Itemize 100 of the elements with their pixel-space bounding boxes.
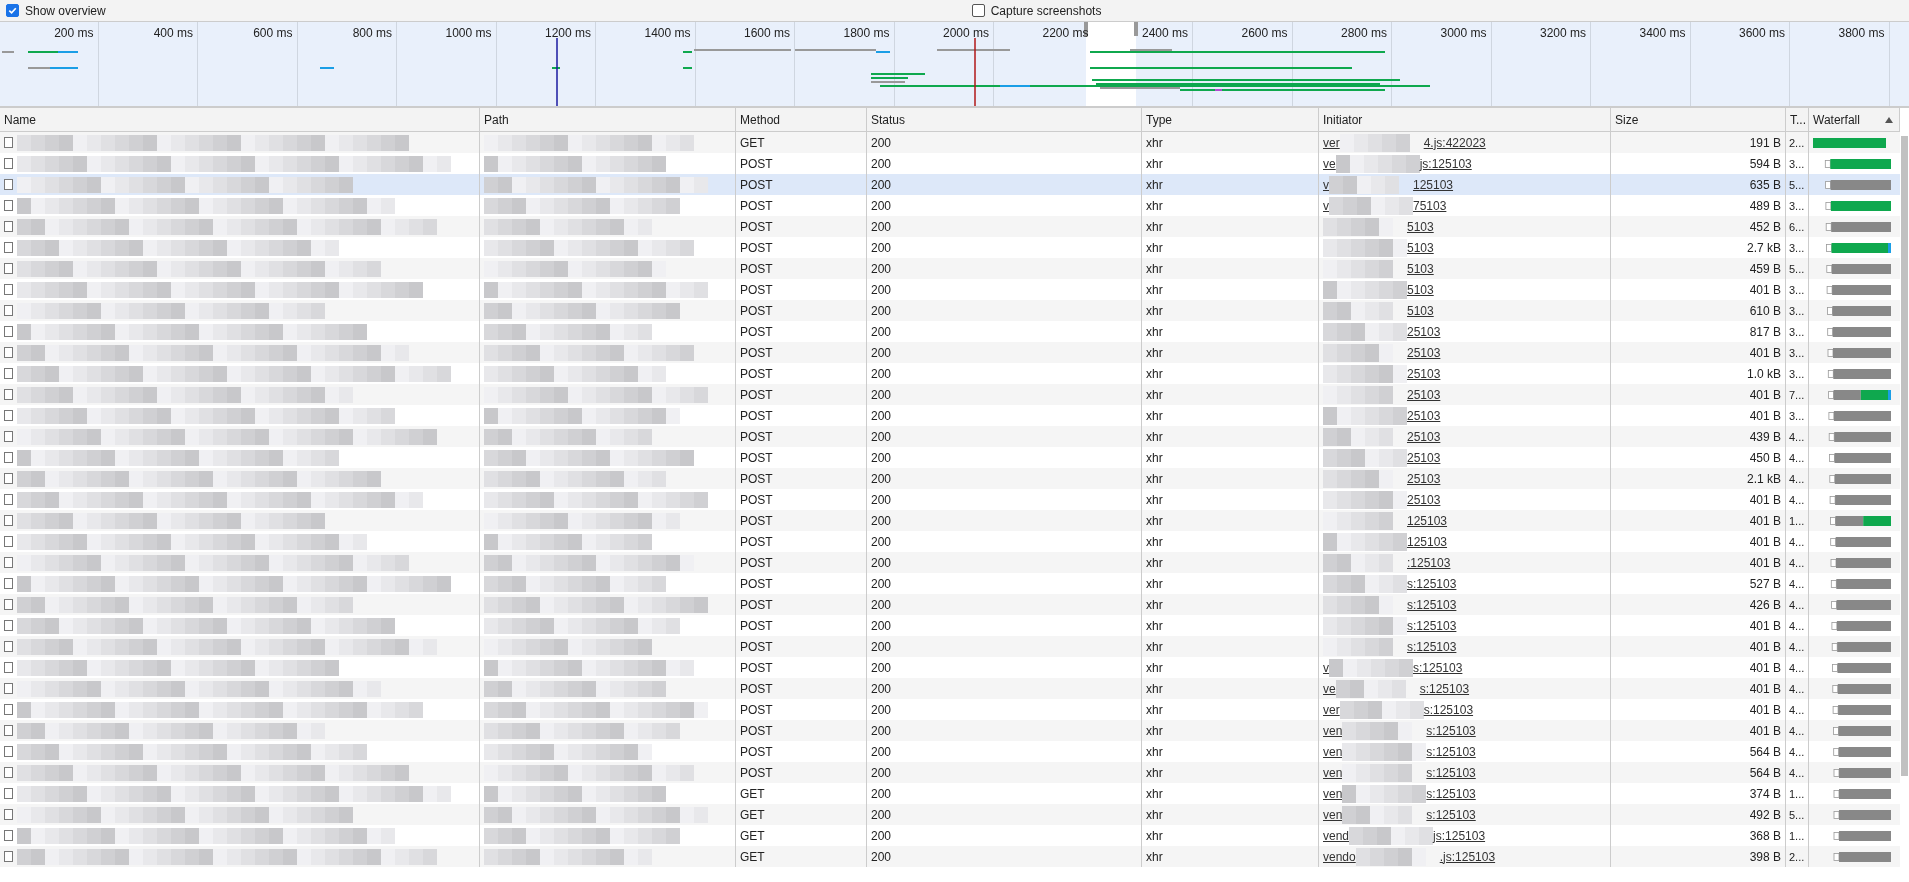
type-text: xhr (1146, 723, 1163, 738)
initiator-link[interactable]: s:125103 (1426, 807, 1476, 822)
column-header[interactable]: Name (0, 108, 480, 131)
size-text: 401 B (1749, 681, 1781, 696)
method-text: GET (740, 786, 765, 801)
initiator-link[interactable]: ve (1323, 156, 1336, 171)
initiator-link[interactable]: js:125103 (1419, 156, 1472, 171)
column-header[interactable]: Path (480, 108, 736, 131)
request-row[interactable]: POST 200 xhr v 125103 635 B 5... (0, 174, 1900, 195)
column-header[interactable]: Status (867, 108, 1142, 131)
file-icon (4, 452, 13, 463)
column-header[interactable]: Initiator (1319, 108, 1611, 131)
initiator-link[interactable]: 25103 (1407, 324, 1441, 339)
initiator-link[interactable]: 5103 (1407, 282, 1434, 297)
status-text: 200 (871, 597, 892, 612)
initiator-link[interactable]: 25103 (1407, 408, 1441, 423)
initiator-link[interactable]: :125103 (1407, 555, 1451, 570)
initiator-link[interactable]: v (1323, 198, 1329, 213)
time-text: 1... (1789, 514, 1805, 527)
initiator-link[interactable]: 75103 (1413, 198, 1447, 213)
request-row[interactable]: POST 200 xhr 25103 401 B 7... (0, 384, 1900, 405)
initiator-link[interactable]: s:125103 (1407, 639, 1457, 654)
initiator-link[interactable]: s:125103 (1419, 681, 1470, 696)
initiator-link[interactable]: ven (1323, 744, 1343, 759)
status-text: 200 (871, 198, 892, 213)
request-row[interactable]: POST 200 xhr 5103 452 B 6... (0, 216, 1900, 237)
initiator-link[interactable]: ven (1323, 807, 1343, 822)
method-text: POST (740, 681, 773, 696)
initiator-link[interactable]: s:125103 (1407, 618, 1457, 633)
initiator-link[interactable]: ven (1323, 723, 1343, 738)
initiator-link[interactable]: vend (1323, 828, 1350, 843)
initiator-link[interactable]: s:125103 (1426, 765, 1476, 780)
request-row[interactable]: POST 200 xhr ven s:125103 564 B 4... (0, 762, 1900, 783)
size-text: 401 B (1749, 492, 1781, 507)
initiator-link[interactable]: s:125103 (1426, 744, 1476, 759)
request-row[interactable]: GET 200 xhr ven s:125103 492 B 5... (0, 804, 1900, 825)
initiator-link[interactable]: 5103 (1407, 261, 1434, 276)
checkbox[interactable] (6, 4, 19, 17)
initiator-link[interactable]: .js:125103 (1439, 849, 1496, 864)
initiator-link[interactable]: 25103 (1407, 345, 1441, 360)
initiator-link[interactable]: 25103 (1407, 366, 1441, 381)
request-row[interactable]: POST 200 xhr ven s:125103 401 B 4... (0, 720, 1900, 741)
initiator-link[interactable]: s:125103 (1423, 702, 1474, 717)
initiator-link[interactable]: 25103 (1407, 387, 1441, 402)
column-header[interactable]: Type (1142, 108, 1319, 131)
request-row[interactable]: POST 200 xhr 5103 459 B 5... (0, 258, 1900, 279)
scrollbar[interactable] (1901, 136, 1908, 776)
initiator-link[interactable]: v (1323, 660, 1329, 675)
initiator-link[interactable]: 5103 (1407, 240, 1434, 255)
initiator-link[interactable]: s:125103 (1426, 723, 1476, 738)
request-row[interactable]: POST 200 xhr :125103 401 B 4... (0, 552, 1900, 573)
request-row[interactable]: POST 200 xhr s:125103 426 B 4... (0, 594, 1900, 615)
request-row[interactable]: POST 200 xhr 125103 401 B 1... (0, 510, 1900, 531)
initiator-link[interactable]: 125103 (1407, 513, 1448, 528)
initiator-link[interactable]: js:125103 (1433, 828, 1486, 843)
request-row[interactable]: POST 200 xhr s:125103 401 B 4... (0, 636, 1900, 657)
status-text: 200 (871, 618, 892, 633)
initiator-link[interactable]: ven (1323, 786, 1343, 801)
initiator-link[interactable]: 125103 (1407, 534, 1448, 549)
initiator-link[interactable]: v (1323, 177, 1329, 192)
time-tick-label: 600 ms (252, 26, 293, 40)
column-header[interactable]: Method (736, 108, 867, 131)
column-header[interactable]: T... (1786, 108, 1809, 131)
initiator-link[interactable]: s:125103 (1407, 576, 1457, 591)
status-text: 200 (871, 429, 892, 444)
time-text: 6... (1789, 220, 1805, 233)
checkbox[interactable] (971, 4, 985, 17)
status-text: 200 (871, 807, 892, 822)
initiator-link[interactable]: s:125103 (1426, 786, 1476, 801)
initiator-link[interactable]: 5103 (1407, 303, 1434, 318)
column-header[interactable]: Size (1611, 108, 1786, 131)
initiator-link[interactable]: 25103 (1407, 429, 1441, 444)
initiator-link[interactable]: s:125103 (1407, 597, 1457, 612)
initiator-link[interactable]: ver (1323, 702, 1340, 717)
method-text: POST (740, 618, 773, 633)
column-header[interactable]: Waterfall (1809, 108, 1900, 131)
file-icon (4, 242, 13, 253)
initiator-link[interactable]: vendo (1323, 849, 1356, 864)
initiator-link[interactable]: 25103 (1407, 450, 1441, 465)
initiator-link[interactable]: ve (1323, 681, 1336, 696)
request-row[interactable]: POST 200 xhr 25103 2.1 kB 4... (0, 468, 1900, 489)
overview-checkbox[interactable]: Capture screenshots (971, 3, 1102, 18)
initiator-link[interactable]: ver (1323, 135, 1340, 150)
request-row[interactable]: POST 200 xhr 25103 401 B 3... (0, 342, 1900, 363)
request-row[interactable]: GET 200 xhr vendo .js:125103 398 B 2... (0, 846, 1900, 867)
initiator-link[interactable]: ven (1323, 765, 1343, 780)
status-text: 200 (871, 408, 892, 423)
request-row[interactable]: POST 200 xhr 5103 610 B 3... (0, 300, 1900, 321)
request-row[interactable]: GET 200 xhr ver 4.js:422023 191 B 2... (0, 132, 1900, 153)
request-row[interactable]: POST 200 xhr 25103 439 B 4... (0, 426, 1900, 447)
request-row[interactable]: POST 200 xhr ve s:125103 401 B 4... (0, 678, 1900, 699)
initiator-link[interactable]: 125103 (1413, 177, 1454, 192)
initiator-link[interactable]: 5103 (1407, 219, 1434, 234)
initiator-link[interactable]: 4.js:422023 (1423, 135, 1486, 150)
overview-checkbox[interactable]: Show overview (6, 3, 106, 18)
size-text: 564 B (1749, 744, 1781, 759)
initiator-link[interactable]: s:125103 (1413, 660, 1463, 675)
time-text: 4... (1789, 745, 1805, 758)
initiator-link[interactable]: 25103 (1407, 492, 1441, 507)
initiator-link[interactable]: 25103 (1407, 471, 1441, 486)
